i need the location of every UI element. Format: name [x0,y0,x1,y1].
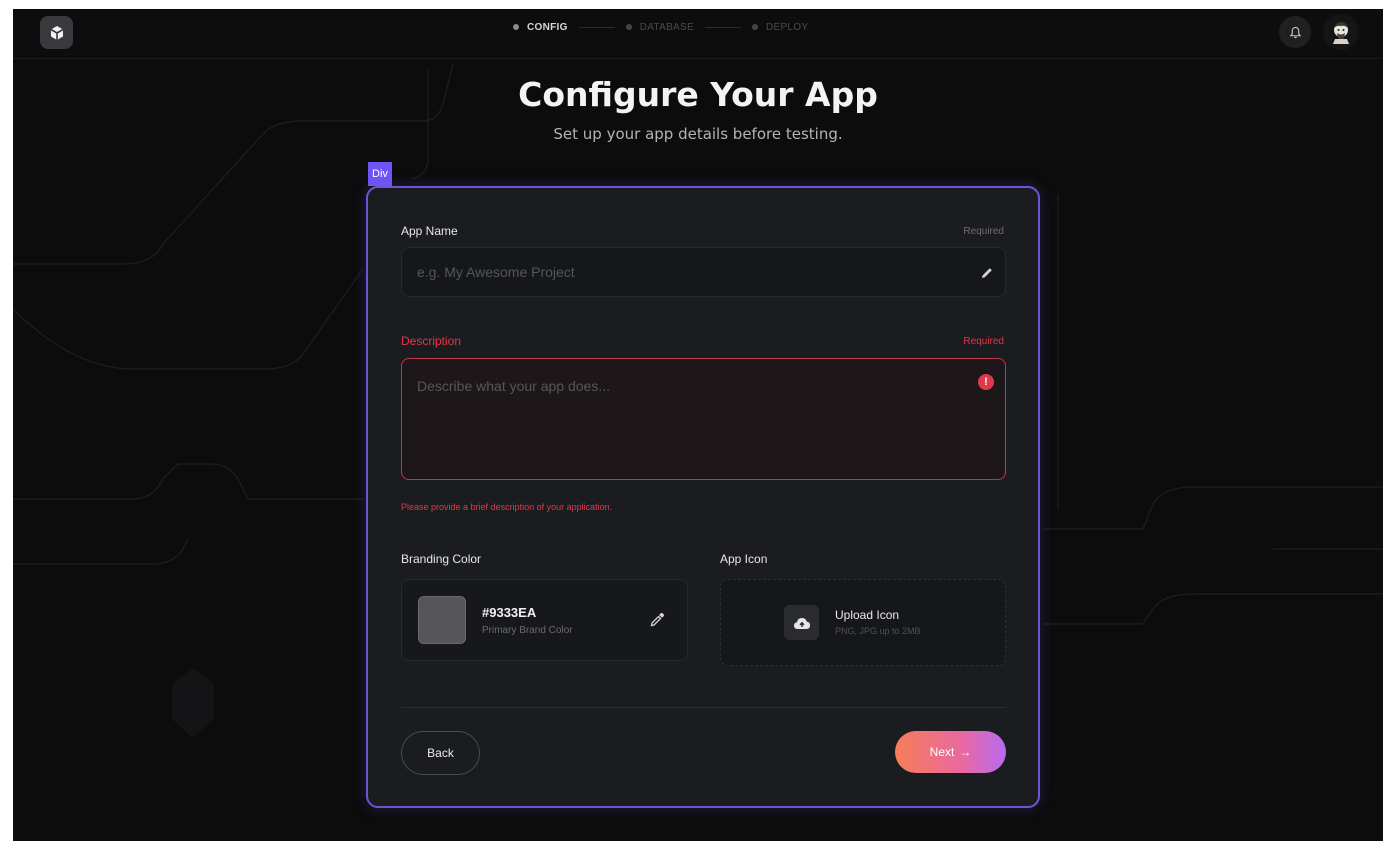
next-button-label: Next [929,745,955,759]
app-name-required: Required [963,226,1004,237]
color-hex-value: #9333EA [482,605,537,620]
bell-icon [1289,26,1301,38]
step-dot [625,24,632,30]
eyedropper-icon[interactable] [649,612,665,628]
next-button[interactable]: Next → [895,731,1006,773]
page-subtitle: Set up your app details before testing. [553,125,843,143]
app-icon-label: App Icon [720,552,768,566]
description-label: Description [401,334,462,348]
error-icon: ! [978,374,994,390]
description-placeholder: Describe what your app does... [417,378,610,394]
step-database[interactable]: DATABASE [625,21,694,33]
description-required: Required [963,336,1004,347]
cloud-upload-icon [793,617,810,629]
step-label: DEPLOY [765,21,809,33]
color-swatch[interactable] [418,596,466,644]
step-dot [513,24,519,30]
page-title: Configure Your App [518,75,878,114]
form-divider [401,707,1006,708]
upload-title: Upload Icon [835,608,900,622]
upload-cloud-badge [784,605,819,640]
step-deploy[interactable]: DEPLOY [751,21,809,33]
branding-color-label: Branding Color [401,552,482,566]
progress-steps: CONFIG DATABASE DEPLOY [513,20,808,34]
user-avatar[interactable] [1323,14,1359,50]
step-connector [704,26,741,28]
color-hex-caption: Primary Brand Color [482,625,573,636]
step-connector [578,26,615,28]
step-config[interactable]: CONFIG [513,22,568,33]
step-label: DATABASE [639,21,694,33]
avatar-icon [1333,22,1349,44]
notifications-button[interactable] [1279,16,1311,48]
logo-button[interactable] [40,16,73,49]
upload-icon-dropzone[interactable]: Upload Icon PNG, JPG up to 2MB [720,579,1006,666]
app-name-placeholder: e.g. My Awesome Project [417,264,575,280]
step-label: CONFIG [527,21,568,33]
cube-icon [50,25,63,40]
step-dot [751,24,758,30]
app-viewport: CONFIG DATABASE DEPLOY Configure Your Ap… [13,9,1383,841]
pencil-icon [982,268,992,278]
arrow-right-icon: → [959,745,972,759]
upload-hint: PNG, JPG up to 2MB [835,626,921,636]
description-error-message: Please provide a brief description of yo… [401,502,613,512]
app-name-input[interactable]: e.g. My Awesome Project [401,247,1006,297]
back-button[interactable]: Back [401,731,480,775]
config-form-card: App Name Required e.g. My Awesome Projec… [366,186,1040,808]
top-bar: CONFIG DATABASE DEPLOY [13,9,1383,59]
debug-element-tag: Div [368,162,392,186]
branding-color-picker[interactable]: #9333EA Primary Brand Color [401,579,688,661]
description-textarea[interactable]: Describe what your app does... ! [401,358,1006,480]
app-name-label: App Name [401,224,458,238]
